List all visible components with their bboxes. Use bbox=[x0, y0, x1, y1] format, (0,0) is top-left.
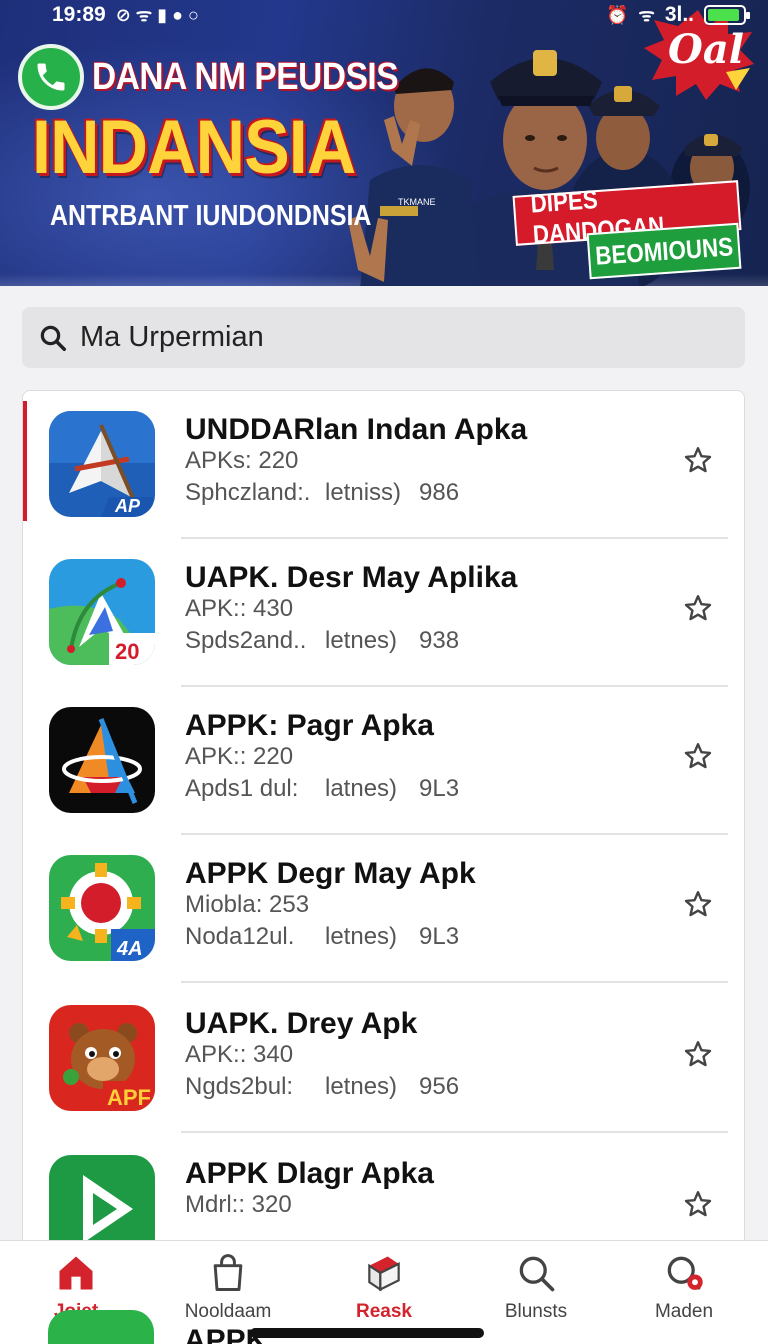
app-stat-label: letniss) bbox=[325, 479, 402, 506]
search-input[interactable]: Ma Urpermian bbox=[80, 321, 264, 354]
search-bar[interactable]: Ma Urpermian bbox=[22, 307, 745, 368]
app-stat-label: letnes) bbox=[325, 923, 398, 950]
favorite-star-icon[interactable] bbox=[680, 887, 716, 923]
bag-icon bbox=[213, 1254, 243, 1291]
home-icon bbox=[59, 1256, 93, 1290]
app-name[interactable]: APPK Dlagr Apka bbox=[185, 1157, 434, 1191]
list-item[interactable]: 4A APPK Degr May Apk Miobla: 253 Noda12u… bbox=[23, 835, 744, 983]
app-stat-location: Sphczland:. bbox=[185, 479, 311, 506]
row-divider bbox=[181, 1131, 728, 1133]
search-notification-icon bbox=[667, 1256, 703, 1290]
app-icon-badge: 4A bbox=[116, 938, 143, 960]
app-stats: Apds1 dul: latnes) 9L3 bbox=[185, 775, 459, 803]
officer-nametag: TKMANE bbox=[398, 197, 436, 207]
app-icon-badge: AP bbox=[114, 496, 141, 516]
app-stat-location: Noda12ul. bbox=[185, 923, 295, 950]
app-stats: Spds2and.. letnes) 938 bbox=[185, 627, 459, 655]
app-meta: APK:: 340 bbox=[185, 1041, 294, 1068]
app-stat-location: Spds2and.. bbox=[185, 627, 307, 654]
app-stat-value: 938 bbox=[419, 627, 460, 654]
favorite-star-icon[interactable] bbox=[680, 591, 716, 627]
row-divider bbox=[181, 981, 728, 983]
app-meta: Miobla: 253 bbox=[185, 891, 310, 918]
status-time: 19:89 bbox=[52, 3, 106, 26]
banner-title: DANA NM PEUDSIS bbox=[92, 56, 399, 98]
alarm-icon: ⏰ bbox=[605, 4, 629, 25]
app-meta: Mdrl:: 320 bbox=[185, 1191, 292, 1218]
list-item[interactable]: AP UNDDARlan Indan Apka APKs: 220 Sphczl… bbox=[23, 391, 744, 539]
battery-icon bbox=[704, 5, 750, 25]
tag-green-label: BEOMIOUNS bbox=[594, 230, 734, 271]
app-icon-triangle bbox=[49, 707, 155, 813]
app-stat-value: 986 bbox=[419, 479, 460, 506]
status-icons-left: ⊘ ᯤ ▮ ● ○ bbox=[115, 5, 199, 25]
list-item[interactable]: 20 UAPK. Desr May Aplika APK:: 430 Spds2… bbox=[23, 539, 744, 687]
app-icon-gear: 4A bbox=[49, 855, 155, 961]
app-icon-peek bbox=[48, 1310, 154, 1344]
favorite-star-icon[interactable] bbox=[680, 1187, 716, 1223]
list-item[interactable]: APPK Dlagr Apka Mdrl:: 320 bbox=[23, 1135, 744, 1249]
app-stats: Sphczland:. letniss) 986 bbox=[185, 479, 459, 507]
favorite-star-icon[interactable] bbox=[680, 443, 716, 479]
app-stat-label: letnes) bbox=[325, 627, 398, 654]
app-stats: Noda12ul. letnes) 9L3 bbox=[185, 923, 459, 951]
app-icon-maps: 20 bbox=[49, 559, 155, 665]
app-stat-location: Apds1 dul: bbox=[185, 775, 299, 802]
app-list: AP UNDDARlan Indan Apka APKs: 220 Sphczl… bbox=[22, 390, 745, 1250]
app-name[interactable]: APPK Degr May Apk bbox=[185, 857, 476, 891]
wifi-icon: ᯤ bbox=[638, 5, 655, 25]
status-bar: 19:89 ⊘ ᯤ ▮ ● ○ ⏰ ᯤ 3l.. bbox=[0, 0, 768, 30]
box-icon bbox=[368, 1256, 400, 1292]
list-item-peek: APPK bbox=[22, 1304, 745, 1344]
app-stat-label: letnes) bbox=[325, 1073, 398, 1100]
app-stat-label: latnes) bbox=[325, 775, 398, 802]
whatsapp-icon bbox=[18, 44, 84, 110]
app-icon-bear: APF bbox=[49, 1005, 155, 1111]
home-indicator[interactable] bbox=[250, 1328, 484, 1338]
app-meta: APKs: 220 bbox=[185, 447, 299, 474]
banner-subtitle: ANTRBANT IUNDONDNSIA bbox=[50, 200, 372, 232]
search-icon bbox=[40, 325, 66, 351]
list-item[interactable]: APPK: Pagr Apka APK:: 220 Apds1 dul: lat… bbox=[23, 687, 744, 835]
app-stats: Ngds2bul: letnes) 956 bbox=[185, 1073, 459, 1101]
app-screen: 19:89 ⊘ ᯤ ▮ ● ○ ⏰ ᯤ 3l.. DANA NM PEUDSIS… bbox=[0, 0, 768, 1344]
status-network: 3l.. bbox=[664, 3, 694, 26]
app-meta: APK:: 430 bbox=[185, 595, 294, 622]
app-name[interactable]: APPK: Pagr Apka bbox=[185, 709, 434, 743]
app-icon-badge: APF bbox=[107, 1085, 151, 1110]
app-name[interactable]: UAPK. Drey Apk bbox=[185, 1007, 417, 1041]
badge-label: Oal bbox=[668, 26, 744, 73]
search-icon bbox=[519, 1256, 555, 1292]
app-name[interactable]: UNDDARlan Indan Apka bbox=[185, 413, 527, 447]
app-stat-value: 956 bbox=[419, 1073, 460, 1100]
app-icon-compass: AP bbox=[49, 411, 155, 517]
banner-headline: INDANSIA bbox=[32, 105, 356, 190]
app-name[interactable]: UAPK. Desr May Aplika bbox=[185, 561, 517, 595]
list-item[interactable]: APF UAPK. Drey Apk APK:: 340 Ngds2bul: l… bbox=[23, 985, 744, 1133]
app-icon-play bbox=[49, 1155, 155, 1249]
favorite-star-icon[interactable] bbox=[680, 1037, 716, 1073]
favorite-star-icon[interactable] bbox=[680, 739, 716, 775]
app-meta: APK:: 220 bbox=[185, 743, 294, 770]
promo-banner[interactable]: 19:89 ⊘ ᯤ ▮ ● ○ ⏰ ᯤ 3l.. DANA NM PEUDSIS… bbox=[0, 0, 768, 286]
app-icon-badge: 20 bbox=[115, 639, 139, 664]
app-stat-location: Ngds2bul: bbox=[185, 1073, 294, 1100]
app-stat-value: 9L3 bbox=[419, 775, 460, 802]
app-stat-value: 9L3 bbox=[419, 923, 460, 950]
